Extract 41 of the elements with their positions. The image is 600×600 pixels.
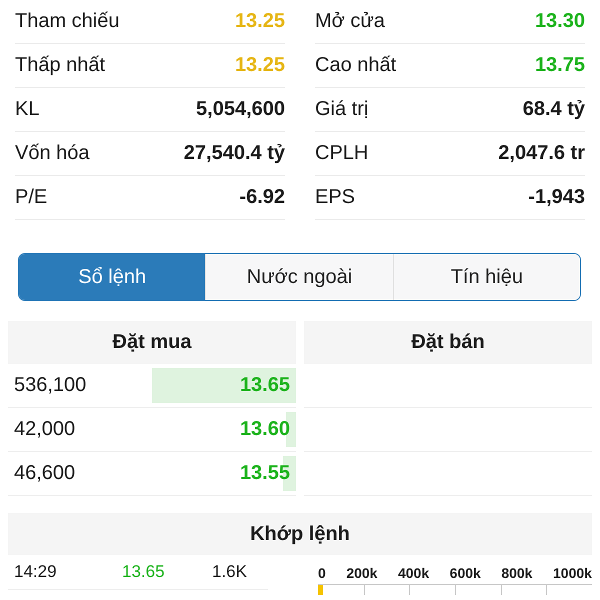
stat-value: 5,054,600 xyxy=(196,98,285,121)
stat-label: Cao nhất xyxy=(315,54,396,77)
stat-label: Thấp nhất xyxy=(15,54,106,77)
axis-tick-label: 800k xyxy=(501,565,532,581)
bid-volume: 536,100 xyxy=(13,374,86,397)
stat-value: -1,943 xyxy=(528,186,585,209)
stat-label: P/E xyxy=(15,186,48,209)
column-header: Đặt mua xyxy=(8,321,296,364)
bid-volume: 42,000 xyxy=(13,418,76,441)
stat-value: 2,047.6 tr xyxy=(498,142,585,165)
volume-bar xyxy=(318,585,323,595)
axis-tick-label: 1000k xyxy=(553,565,592,581)
stat-value: 68.4 tỷ xyxy=(522,98,585,121)
bid-volume: 46,600 xyxy=(13,462,76,485)
stat-value: 13.25 xyxy=(234,10,285,33)
stat-label: Vốn hóa xyxy=(15,142,90,165)
match-volume: 1.6K xyxy=(212,562,247,582)
axis-tick-label: 600k xyxy=(450,565,481,581)
match-price: 13.65 xyxy=(122,562,166,582)
stat-label: CPLH xyxy=(315,142,368,165)
section-header: Khớp lệnh xyxy=(8,513,592,555)
stat-value: -6.92 xyxy=(239,186,285,209)
stat-label: EPS xyxy=(315,186,356,209)
bid-price: 13.65 xyxy=(240,374,291,397)
stat-value: 27,540.4 tỷ xyxy=(184,142,285,165)
stat-value: 13.25 xyxy=(234,54,285,77)
tab[interactable]: Sổ lệnh xyxy=(19,254,206,300)
stat-label: Mở cửa xyxy=(315,10,385,33)
axis-tick-label: 400k xyxy=(398,565,430,581)
bid-price: 13.60 xyxy=(240,418,291,441)
tab[interactable]: Tín hiệu xyxy=(392,254,580,300)
stat-value: 13.30 xyxy=(534,10,585,33)
column-header: Đặt bán xyxy=(304,321,592,364)
stat-label: Giá trị xyxy=(315,98,368,121)
stat-label: KL xyxy=(15,98,40,121)
stat-value: 13.75 xyxy=(534,54,585,77)
stat-label: Tham chiếu xyxy=(15,10,120,33)
match-time: 14:29 xyxy=(14,562,58,582)
axis-tick-label: 200k xyxy=(346,565,378,581)
bid-price: 13.55 xyxy=(240,462,291,485)
axis-tick-label: 0 xyxy=(318,565,326,581)
